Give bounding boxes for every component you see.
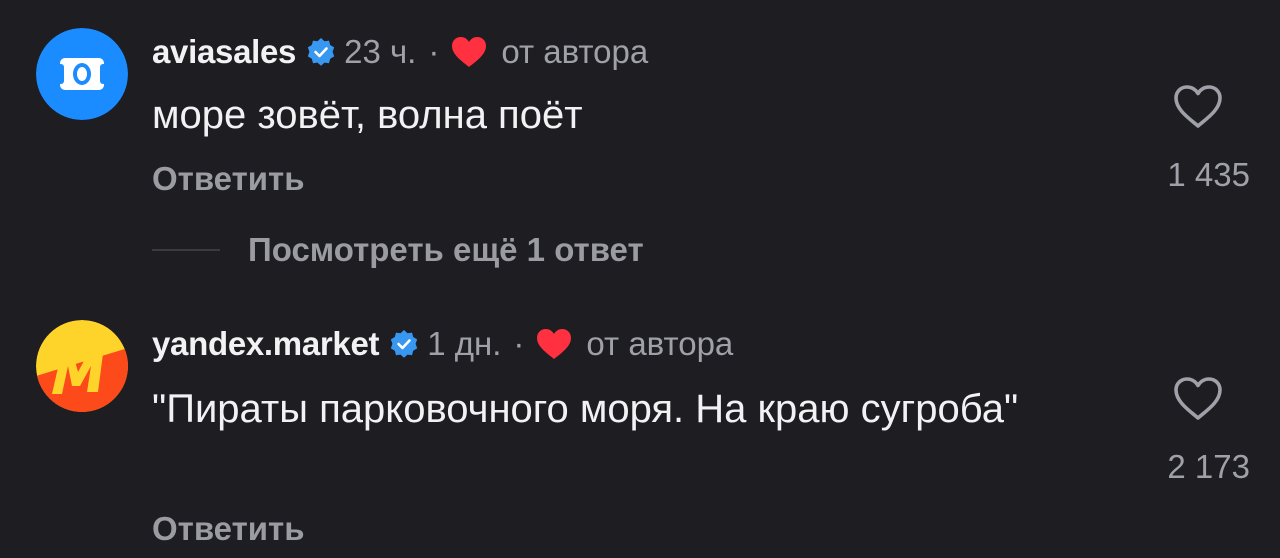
view-more-replies-button[interactable]: Посмотреть ещё 1 ответ (152, 228, 644, 272)
heart-filled-icon (536, 328, 572, 360)
comment-text: море зовёт, волна поёт (152, 93, 583, 137)
username[interactable]: aviasales (152, 33, 296, 71)
like-button[interactable] (1172, 376, 1224, 422)
verified-badge-icon (389, 329, 419, 359)
like-button[interactable] (1172, 84, 1224, 130)
comment-time: 23 ч. (344, 33, 417, 70)
liked-by-author-label: от автора (586, 325, 734, 362)
verified-badge-icon (306, 37, 336, 67)
meta-separator: · (428, 33, 440, 70)
heart-outline-icon (1174, 85, 1222, 128)
username[interactable]: yandex.market (152, 325, 380, 363)
yandex-market-logo-icon (36, 320, 128, 412)
reply-button[interactable]: Ответить (152, 510, 305, 548)
like-count: 1 435 (1167, 156, 1250, 193)
aviasales-logo-icon (36, 28, 128, 120)
reply-button[interactable]: Ответить (152, 160, 305, 198)
comment-meta: yandex.market 1 дн. · от автора (152, 324, 733, 364)
meta-separator: · (513, 325, 525, 362)
avatar-aviasales[interactable] (36, 28, 128, 120)
like-count: 2 173 (1167, 448, 1250, 485)
comment-time: 1 дн. (427, 325, 502, 362)
liked-by-author-label: от автора (501, 33, 649, 70)
view-more-replies-label: Посмотреть ещё 1 ответ (248, 231, 644, 268)
comment-text: "Пираты парковочного моря. На краю сугро… (152, 387, 1019, 431)
avatar-yandex-market[interactable] (36, 320, 128, 412)
heart-outline-icon (1174, 377, 1222, 420)
heart-filled-icon (451, 36, 487, 68)
comment-meta: aviasales 23 ч. · от автора (152, 32, 648, 72)
divider-line (152, 249, 220, 251)
